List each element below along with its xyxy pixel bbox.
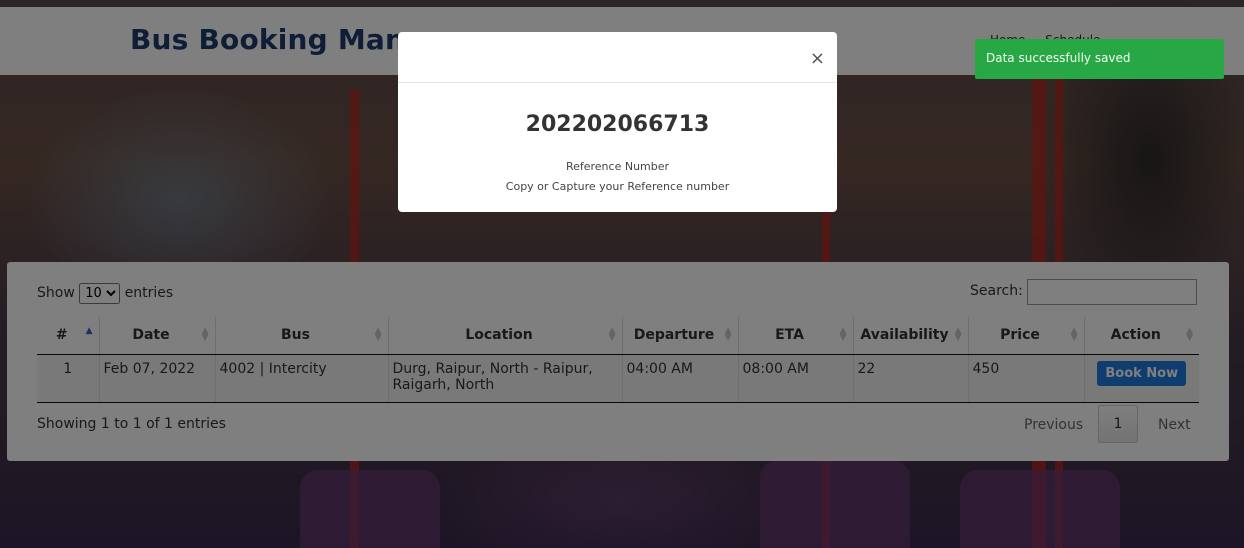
success-toast[interactable]: Data successfully saved (975, 39, 1224, 79)
reference-hint: Copy or Capture your Reference number (505, 180, 730, 193)
modal-header: × (398, 32, 837, 83)
reference-label: Reference Number (565, 160, 670, 173)
reference-number: 202202066713 (525, 112, 710, 137)
close-icon[interactable]: × (810, 48, 825, 69)
reference-modal: × 202202066713 Reference Number Copy or … (398, 32, 837, 212)
